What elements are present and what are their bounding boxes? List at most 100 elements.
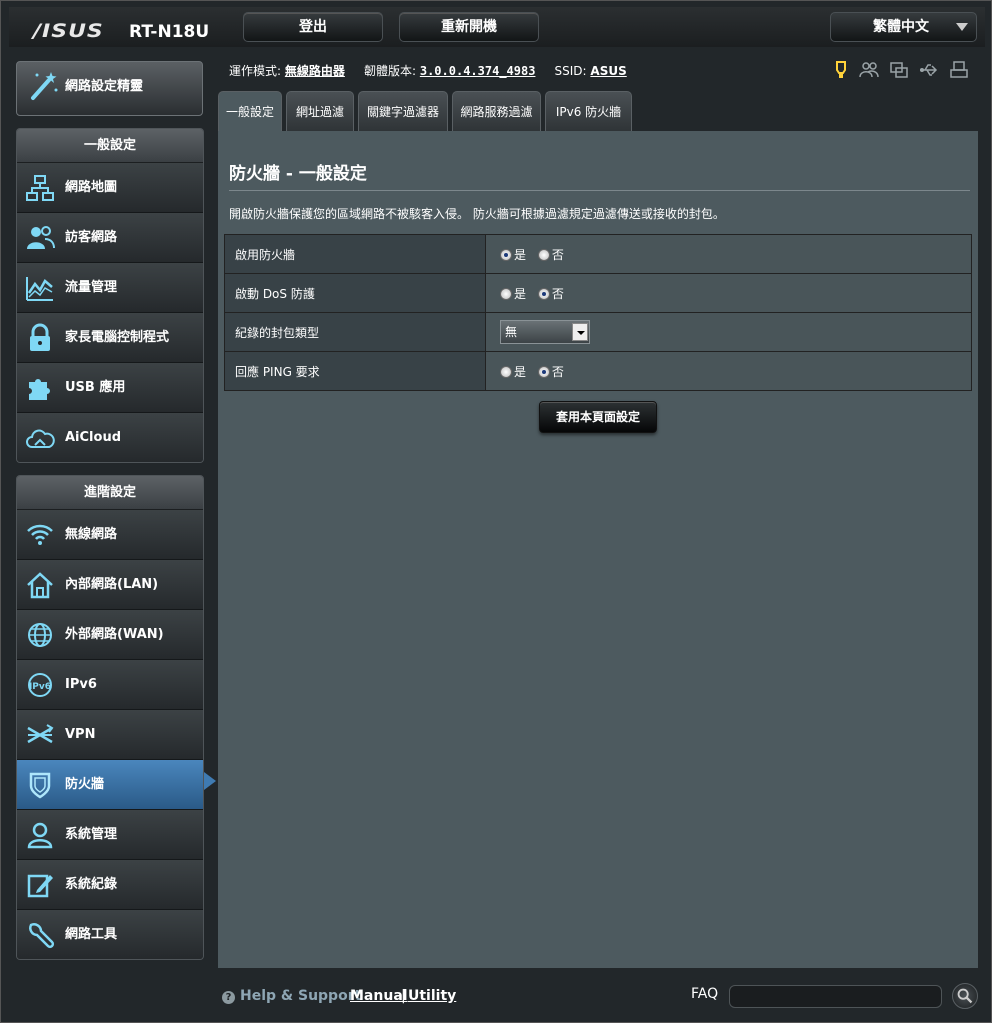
- nav-item-aicloud[interactable]: AiCloud: [17, 413, 203, 462]
- row-label: 回應 PING 要求: [224, 351, 486, 391]
- dos-protection-yes-radio[interactable]: [500, 287, 512, 300]
- nav-item-administration[interactable]: 系統管理: [17, 810, 203, 860]
- language-select[interactable]: 繁體中文: [830, 12, 977, 42]
- enable-firewall-options: 是 否: [485, 234, 972, 274]
- admin-icon: [27, 822, 53, 849]
- chevron-down-icon: [956, 23, 968, 31]
- tab-keyword-filter[interactable]: 關鍵字過濾器: [358, 91, 448, 131]
- table-row: 回應 PING 要求 是 否: [224, 351, 972, 391]
- magic-wand-icon: [31, 72, 58, 100]
- dos-protection-no-radio[interactable]: [537, 287, 550, 300]
- clients-icon[interactable]: [859, 60, 879, 80]
- firewall-settings-panel: 防火牆 - 一般設定 開啟防火牆保護您的區域網路不被駭客入侵。 防火牆可根據過濾…: [218, 131, 978, 968]
- nav-item-guest-network[interactable]: 訪客網路: [17, 213, 203, 263]
- logged-packets-select[interactable]: 無: [500, 320, 590, 344]
- nav-item-network-map[interactable]: 網路地圖: [17, 163, 203, 213]
- vpn-icon: [27, 724, 54, 744]
- enable-firewall-yes-radio[interactable]: [500, 248, 512, 261]
- manual-link[interactable]: Manual: [350, 988, 408, 1004]
- printer-icon[interactable]: [949, 60, 969, 80]
- nav-label: 網路地圖: [65, 180, 118, 195]
- row-label: 啟用防火牆: [224, 234, 486, 274]
- search-button[interactable]: [952, 983, 978, 1009]
- tab-url-filter[interactable]: 網址過濾: [286, 91, 354, 131]
- nav-label: 防火牆: [65, 777, 105, 792]
- reboot-button[interactable]: 重新開機: [399, 12, 539, 42]
- page-description: 開啟防火牆保護您的區域網路不被駭客入侵。 防火牆可根據過濾規定過濾傳送或接收的封…: [229, 207, 725, 221]
- firmware-version-link[interactable]: 3.0.0.4.374_4983: [420, 64, 536, 78]
- help-support-link[interactable]: Help & Support: [240, 988, 361, 1004]
- nav-item-firewall[interactable]: 防火牆: [17, 760, 203, 810]
- utility-link[interactable]: Utility: [408, 988, 456, 1004]
- nav-item-parental-control[interactable]: 家長電腦控制程式: [17, 313, 203, 363]
- shield-icon: [29, 772, 51, 799]
- wrench-icon: [29, 923, 55, 949]
- nav-item-usb-application[interactable]: USB 應用: [17, 363, 203, 413]
- home-icon: [27, 572, 53, 599]
- faq-search-input[interactable]: [729, 985, 942, 1008]
- firewall-settings-table: 啟用防火牆 是 否 啟動 DoS 防護 是 否 紀錄的封包類型 無 回應 PIN…: [224, 234, 972, 391]
- apply-button[interactable]: 套用本頁面設定: [539, 401, 657, 433]
- svg-text:IPv6: IPv6: [29, 682, 51, 692]
- nav-item-vpn[interactable]: VPN: [17, 710, 203, 760]
- nav-label: 外部網路(WAN): [65, 627, 164, 642]
- general-settings-heading: 一般設定: [17, 129, 203, 163]
- model-name: RT-N18U: [129, 22, 210, 42]
- search-icon: [957, 988, 973, 1004]
- faq-label: FAQ: [691, 986, 719, 1002]
- enable-firewall-no-radio[interactable]: [537, 248, 550, 261]
- row-label: 啟動 DoS 防護: [224, 273, 486, 313]
- network-setup-wizard-button[interactable]: 網路設定精靈: [16, 61, 203, 116]
- dos-protection-options: 是 否: [485, 273, 972, 313]
- radio-label: 是: [514, 247, 527, 262]
- tab-general[interactable]: 一般設定: [218, 91, 282, 131]
- guest-network-icon: [27, 226, 55, 249]
- ping-response-no-radio[interactable]: [537, 365, 550, 378]
- chevron-down-icon: [572, 323, 588, 341]
- tab-ipv6-firewall[interactable]: IPv6 防火牆: [545, 91, 632, 131]
- ipv6-icon: IPv6: [28, 673, 52, 697]
- footer: ? Help & Support Manual | Utility FAQ: [218, 976, 978, 1016]
- nav-label: 系統紀錄: [65, 877, 118, 892]
- nav-label: 網路工具: [65, 927, 118, 942]
- nav-item-network-tools[interactable]: 網路工具: [17, 910, 203, 959]
- wifi-icon: [27, 524, 53, 545]
- mode-value-link[interactable]: 無線路由器: [285, 64, 345, 78]
- select-value: 無: [505, 325, 518, 339]
- nav-item-wan[interactable]: 外部網路(WAN): [17, 610, 203, 660]
- nav-label: 系統管理: [65, 827, 118, 842]
- radio-label: 否: [551, 364, 564, 379]
- nav-item-lan[interactable]: 內部網路(LAN): [17, 560, 203, 610]
- table-row: 啟用防火牆 是 否: [224, 234, 972, 274]
- lightbulb-icon[interactable]: [831, 60, 851, 80]
- devices-icon[interactable]: [889, 60, 909, 80]
- ping-response-yes-radio[interactable]: [500, 365, 512, 378]
- radio-label: 否: [551, 247, 564, 262]
- nav-label: 訪客網路: [65, 230, 118, 245]
- advanced-settings-menu: 進階設定 無線網路 內部網路(LAN) 外部網路(WAN) IPv6 IPv6 …: [16, 475, 204, 960]
- usb-icon[interactable]: [919, 60, 939, 80]
- title-divider: [229, 190, 970, 191]
- radio-label: 否: [551, 286, 564, 301]
- ssid-value-link[interactable]: ASUS: [590, 64, 626, 78]
- ping-response-options: 是 否: [485, 351, 972, 391]
- ssid-label: SSID:: [554, 64, 587, 78]
- nav-item-ipv6[interactable]: IPv6 IPv6: [17, 660, 203, 710]
- general-settings-menu: 一般設定 網路地圖 訪客網路 流量管理 家長電腦控制程式 USB 應用 AiCl…: [16, 128, 204, 463]
- nav-item-system-log[interactable]: 系統紀錄: [17, 860, 203, 910]
- table-row: 啟動 DoS 防護 是 否: [224, 273, 972, 313]
- language-label: 繁體中文: [873, 19, 929, 35]
- nav-label: 無線網路: [65, 527, 118, 542]
- tab-network-services-filter[interactable]: 網路服務過濾: [452, 91, 541, 131]
- nav-item-wireless[interactable]: 無線網路: [17, 510, 203, 560]
- router-admin-page: /ISUS RT-N18U 登出 重新開機 繁體中文 網路設定精靈 一般設定 網…: [0, 0, 992, 1023]
- nav-label: USB 應用: [65, 380, 126, 395]
- active-nav-pointer: [204, 772, 216, 790]
- logged-packets-options: 無: [485, 312, 972, 352]
- nav-label: IPv6: [65, 677, 97, 692]
- nav-item-traffic-manager[interactable]: 流量管理: [17, 263, 203, 313]
- globe-icon: [28, 623, 52, 647]
- nav-label: 家長電腦控制程式: [65, 330, 170, 345]
- logout-button[interactable]: 登出: [243, 12, 383, 42]
- status-info-line: 運作模式: 無線路由器 韌體版本: 3.0.0.4.374_4983 SSID:…: [229, 62, 627, 79]
